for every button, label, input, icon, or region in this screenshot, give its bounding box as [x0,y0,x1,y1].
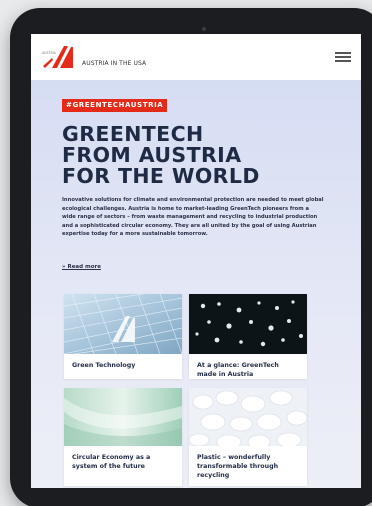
intro-paragraph: Innovative solutions for climate and env… [62,197,324,238]
card-image-solar-panels [64,294,182,354]
card-image-lights [189,294,307,354]
logo-wordmark: AUSTRIA [42,51,57,55]
glass-picture [64,388,182,446]
read-more-link[interactable]: » Read more [62,264,101,270]
hero-section: #GREENTECHAUSTRIA GREENTECH FROM AUSTRIA… [31,80,361,488]
hamburger-menu-icon[interactable] [335,50,351,64]
solar-panel-picture [64,294,182,354]
hashtag-badge[interactable]: #GREENTECHAUSTRIA [62,99,168,112]
plastic-pellets-picture [189,388,307,446]
card-image-glass [64,388,182,446]
austria-logo[interactable]: AUSTRIA [40,44,78,70]
card-title: Green Technology [72,362,136,369]
title-line-3: FOR THE WORLD [62,164,260,188]
card-title: At a glance: GreenTech made in Austria [197,362,279,378]
camera-icon [202,27,206,31]
card-title: Circular Economy as a system of the futu… [72,454,151,470]
card-circular-economy[interactable]: Circular Economy as a system of the futu… [64,388,182,486]
card-title: Plastic – wonderfully transformable thro… [197,454,279,479]
stage: AUSTRIA AUSTRIA IN THE USA #GREENTECHAUS… [0,0,372,506]
page-title: GREENTECH FROM AUSTRIA FOR THE WORLD [62,124,322,187]
card-image-plastic [189,388,307,446]
site-name[interactable]: AUSTRIA IN THE USA [82,60,146,67]
tablet-screen: AUSTRIA AUSTRIA IN THE USA #GREENTECHAUS… [31,34,361,488]
card-plastic-recycling[interactable]: Plastic – wonderfully transformable thro… [189,388,307,486]
lights-picture [189,294,307,354]
card-greentech-glance[interactable]: At a glance: GreenTech made in Austria [189,294,307,379]
top-navigation-bar: AUSTRIA AUSTRIA IN THE USA [31,34,361,80]
card-green-technology[interactable]: Green Technology [64,294,182,379]
